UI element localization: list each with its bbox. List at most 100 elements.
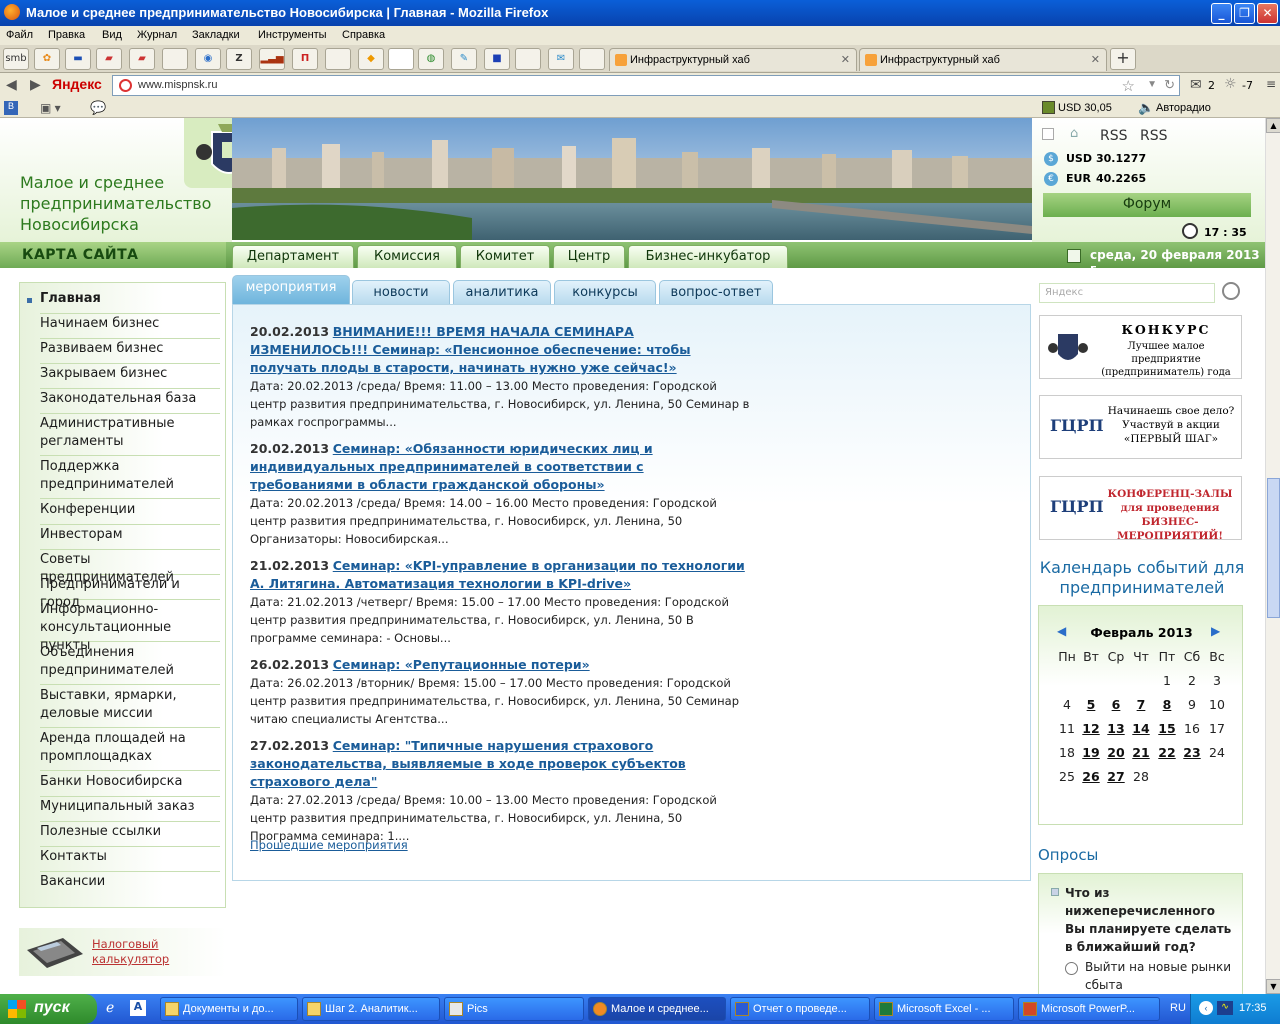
- weather-icon[interactable]: ☼: [1224, 76, 1237, 92]
- start-button[interactable]: пуск: [0, 994, 97, 1024]
- new-tab-button[interactable]: +: [1110, 48, 1136, 70]
- page-icon[interactable]: ▣ ▾: [40, 101, 61, 115]
- pinned-tab[interactable]: ▰: [129, 48, 155, 70]
- radio-label[interactable]: Авторадио: [1156, 102, 1211, 114]
- taskbar-button-firefox[interactable]: Малое и среднее...: [588, 997, 726, 1021]
- pinned-tab[interactable]: ▬: [65, 48, 91, 70]
- nav-item[interactable]: Выставки, ярмарки, деловые миссии: [40, 687, 220, 728]
- calendar-day-event[interactable]: 22: [1155, 745, 1179, 760]
- nav-item[interactable]: Вакансии: [40, 873, 220, 897]
- speaker-icon[interactable]: 🔈: [1138, 100, 1154, 116]
- calendar-day-event[interactable]: 15: [1155, 721, 1179, 736]
- pinned-tab[interactable]: [388, 48, 414, 70]
- pinned-tab[interactable]: ■: [484, 48, 510, 70]
- calendar-day-event[interactable]: 12: [1079, 721, 1103, 736]
- maximize-button[interactable]: ❐: [1234, 3, 1255, 24]
- poll-radio[interactable]: [1065, 962, 1078, 975]
- scroll-thumb[interactable]: [1267, 478, 1280, 618]
- calendar-day-event[interactable]: 5: [1079, 697, 1103, 712]
- window-titlebar[interactable]: Малое и среднее предпринимательство Ново…: [0, 0, 1280, 26]
- past-events-link[interactable]: Прошедшие мероприятия: [250, 838, 408, 852]
- nav-item[interactable]: Банки Новосибирска: [40, 773, 220, 797]
- tray-audio-icon[interactable]: ∿: [1217, 1001, 1233, 1015]
- site-title[interactable]: Малое и среднее предпринимательство Ново…: [20, 172, 230, 235]
- pinned-tab[interactable]: ◍: [418, 48, 444, 70]
- tab-qa[interactable]: вопрос-ответ: [659, 280, 773, 304]
- pinned-tab[interactable]: [325, 48, 351, 70]
- language-indicator[interactable]: RU: [1170, 1002, 1186, 1014]
- minimize-button[interactable]: _: [1211, 3, 1232, 24]
- home-icon[interactable]: ⌂: [1070, 126, 1078, 141]
- nav-item[interactable]: Аренда площадей на промплощадках: [40, 730, 220, 771]
- search-icon[interactable]: [1222, 282, 1240, 300]
- nav-item[interactable]: Контакты: [40, 848, 220, 872]
- nav-item[interactable]: Закрываем бизнес: [40, 365, 220, 389]
- comment-icon[interactable]: 💬: [90, 100, 106, 116]
- calendar-day-event[interactable]: 21: [1129, 745, 1153, 760]
- taskbar-button[interactable]: Pics: [444, 997, 584, 1021]
- tab-department[interactable]: Департамент: [232, 245, 354, 268]
- pinned-tab[interactable]: [515, 48, 541, 70]
- calendar-day-event[interactable]: 20: [1104, 745, 1128, 760]
- page-scrollbar[interactable]: ▲ ▼: [1265, 118, 1280, 994]
- contest-banner[interactable]: КОНКУРС Лучшее малое предприятие (предпр…: [1039, 315, 1242, 379]
- nav-item[interactable]: Развиваем бизнес: [40, 340, 220, 364]
- pinned-tab[interactable]: ▰: [96, 48, 122, 70]
- url-input[interactable]: www.mispnsk.ru ☆ ▼ ↻: [112, 75, 1180, 96]
- nav-item[interactable]: Административные регламенты: [40, 415, 220, 456]
- pinned-tab-z[interactable]: Z: [226, 48, 252, 70]
- pinned-tab[interactable]: ✉: [548, 48, 574, 70]
- pinned-tab-smb[interactable]: smb: [3, 48, 29, 70]
- menu-history[interactable]: Журнал: [137, 29, 177, 41]
- taskbar-button[interactable]: Microsoft Excel - ...: [874, 997, 1014, 1021]
- tab-events[interactable]: мероприятия: [232, 275, 350, 305]
- tray-arrow-icon[interactable]: ‹: [1199, 1001, 1213, 1015]
- next-month-icon[interactable]: ▶: [1211, 624, 1220, 638]
- calendar-day-event[interactable]: 27: [1104, 769, 1128, 784]
- calendar-day-event[interactable]: 7: [1129, 697, 1153, 712]
- calendar-day-event[interactable]: 19: [1079, 745, 1103, 760]
- pinned-tab[interactable]: ✎: [451, 48, 477, 70]
- mail-icon[interactable]: ✉: [1190, 77, 1202, 93]
- pinned-tab[interactable]: [162, 48, 188, 70]
- forward-icon[interactable]: ▶: [30, 77, 41, 93]
- poll-option[interactable]: Выйти на новые рынки сбыта: [1085, 958, 1235, 994]
- browser-tab[interactable]: Инфраструктурный хаб ✕: [859, 48, 1107, 71]
- taskbar-button[interactable]: Отчет о проведе...: [730, 997, 870, 1021]
- scroll-down-icon[interactable]: ▼: [1266, 979, 1280, 994]
- bookmark-icon[interactable]: B: [4, 101, 18, 115]
- tab-contests[interactable]: конкурсы: [554, 280, 656, 304]
- dropdown-icon[interactable]: ▼: [1147, 79, 1157, 90]
- calendar-day-event[interactable]: 6: [1104, 697, 1128, 712]
- back-icon[interactable]: ◀: [6, 77, 17, 93]
- nav-item[interactable]: Конференции: [40, 501, 220, 525]
- nav-item[interactable]: Начинаем бизнес: [40, 315, 220, 339]
- rss-link[interactable]: RSS: [1100, 128, 1128, 144]
- pinned-tab[interactable]: ▂▃▅: [259, 48, 285, 70]
- yandex-logo[interactable]: Яндекс: [52, 76, 102, 92]
- page-icon[interactable]: [1042, 128, 1054, 140]
- scroll-up-icon[interactable]: ▲: [1266, 118, 1280, 133]
- tab-commission[interactable]: Комиссия: [357, 245, 457, 268]
- calendar-day-event[interactable]: 13: [1104, 721, 1128, 736]
- pinned-tab[interactable]: ◉: [195, 48, 221, 70]
- menu-icon[interactable]: ≡: [1266, 77, 1276, 91]
- menu-help[interactable]: Справка: [342, 29, 385, 41]
- taskbar-button[interactable]: Microsoft PowerP...: [1018, 997, 1160, 1021]
- tab-center[interactable]: Центр: [553, 245, 625, 268]
- taskbar-button[interactable]: Шаг 2. Аналитик...: [302, 997, 440, 1021]
- pinned-tab[interactable]: ◆: [358, 48, 384, 70]
- first-step-banner[interactable]: ГЦРП Начинаешь свое дело? Участвуй в акц…: [1039, 395, 1242, 459]
- nav-item[interactable]: Инвесторам: [40, 526, 220, 550]
- reload-icon[interactable]: ↻: [1164, 77, 1175, 93]
- menu-file[interactable]: Файл: [6, 29, 33, 41]
- sitemap-link[interactable]: КАРТА САЙТА: [0, 242, 226, 268]
- bookmark-star-icon[interactable]: ☆: [1122, 77, 1135, 95]
- tab-committee[interactable]: Комитет: [460, 245, 550, 268]
- search-input[interactable]: Яндекс: [1039, 283, 1215, 303]
- calendar-day-event[interactable]: 8: [1155, 697, 1179, 712]
- taskbar-button[interactable]: Документы и до...: [160, 997, 298, 1021]
- nav-item-home[interactable]: Главная: [40, 290, 220, 314]
- tax-calculator-link[interactable]: Налоговый калькулятор: [92, 937, 182, 967]
- event-title-link[interactable]: Семинар: «Репутационные потери»: [333, 657, 590, 672]
